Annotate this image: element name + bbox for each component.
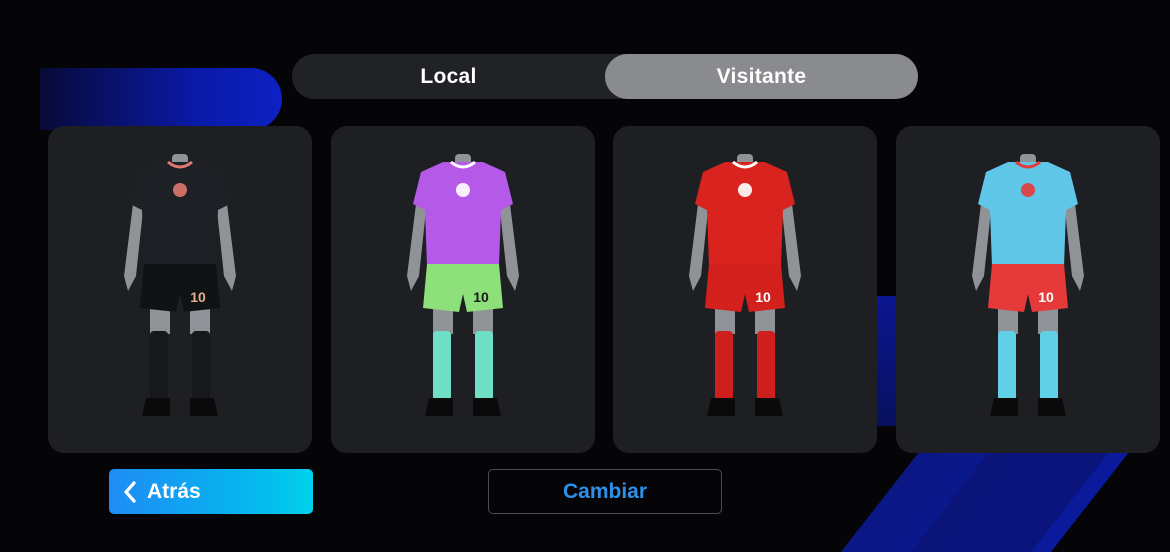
kit-logo bbox=[1021, 183, 1035, 197]
kit-sock-right bbox=[192, 331, 210, 401]
kit-sock-left bbox=[998, 331, 1016, 401]
kit-logo bbox=[456, 183, 470, 197]
kit-shorts bbox=[423, 264, 503, 312]
kit-boot-right bbox=[755, 398, 783, 416]
kit-shorts bbox=[988, 264, 1068, 312]
tab-visitante[interactable]: Visitante bbox=[605, 54, 918, 99]
back-button-label: Atrás bbox=[147, 479, 201, 503]
kit-mannequin-2: 10 bbox=[407, 154, 519, 416]
kit-boot-left bbox=[425, 398, 453, 416]
kit-card-1[interactable]: 10 bbox=[48, 126, 312, 453]
kit-shorts bbox=[140, 264, 220, 312]
kit-boot-right bbox=[1038, 398, 1066, 416]
mannequin-arm-right bbox=[499, 196, 519, 291]
mannequin-arm-left bbox=[689, 196, 709, 291]
kit-sock-right bbox=[757, 331, 775, 401]
kit-number: 10 bbox=[190, 289, 206, 305]
kit-sock-right bbox=[475, 331, 493, 401]
kit-shirt bbox=[695, 162, 795, 266]
kit-logo bbox=[173, 183, 187, 197]
kit-mannequin-4: 10 bbox=[972, 154, 1084, 416]
kit-shirt bbox=[413, 162, 513, 266]
change-button[interactable]: Cambiar bbox=[488, 469, 722, 514]
kit-number: 10 bbox=[1038, 289, 1054, 305]
kit-shirt bbox=[130, 162, 230, 266]
mannequin-arm-left bbox=[124, 196, 144, 291]
kit-logo bbox=[738, 183, 752, 197]
decorative-stripe-left bbox=[40, 68, 282, 130]
kit-sock-right bbox=[1040, 331, 1058, 401]
kit-card-4[interactable]: 10 bbox=[896, 126, 1160, 453]
chevron-left-icon bbox=[124, 480, 136, 503]
kit-boot-left bbox=[990, 398, 1018, 416]
kit-sock-left bbox=[715, 331, 733, 401]
kit-shorts bbox=[705, 264, 785, 312]
mannequin-arm-right bbox=[781, 196, 801, 291]
kit-number: 10 bbox=[755, 289, 771, 305]
kit-mannequin-1: 10 bbox=[124, 154, 236, 416]
kit-boot-left bbox=[707, 398, 735, 416]
kit-boot-left bbox=[142, 398, 170, 416]
back-button[interactable]: Atrás bbox=[109, 469, 313, 514]
mannequin-arm-right bbox=[1064, 196, 1084, 291]
mannequin-arm-right bbox=[216, 196, 236, 291]
kit-tabs: Local Visitante bbox=[292, 54, 918, 99]
mannequin-arm-left bbox=[407, 196, 427, 291]
mannequin-arm-left bbox=[972, 196, 992, 291]
kit-card-3[interactable]: 10 bbox=[613, 126, 877, 453]
kit-shirt bbox=[978, 162, 1078, 266]
change-button-label: Cambiar bbox=[562, 479, 648, 503]
kit-mannequin-3: 10 bbox=[689, 154, 801, 416]
kit-boot-right bbox=[473, 398, 501, 416]
kit-number: 10 bbox=[473, 289, 489, 305]
kit-sock-left bbox=[150, 331, 168, 401]
kit-boot-right bbox=[190, 398, 218, 416]
kit-sock-left bbox=[433, 331, 451, 401]
tab-local[interactable]: Local bbox=[292, 54, 605, 99]
kit-card-2[interactable]: 10 bbox=[331, 126, 595, 453]
